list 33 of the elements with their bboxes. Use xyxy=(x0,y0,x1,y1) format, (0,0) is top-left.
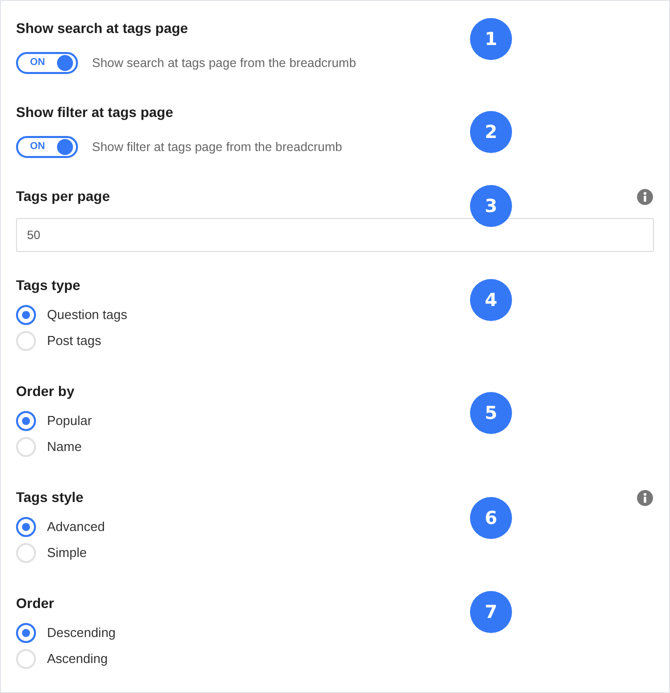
setting-description: Show search at tags page from the breadcrumb xyxy=(92,55,356,71)
radio-label: Simple xyxy=(47,545,87,561)
callout-marker: 2 xyxy=(470,111,512,153)
setting-title: Order by xyxy=(16,382,74,401)
setting-title: Tags per page xyxy=(16,187,110,206)
radio-label: Popular xyxy=(47,413,92,429)
setting-title: Show filter at tags page xyxy=(16,103,174,122)
toggle-switch[interactable]: ON xyxy=(16,52,78,74)
callout-marker: 5 xyxy=(470,392,512,434)
callout-marker: 7 xyxy=(470,591,512,633)
radio-button[interactable] xyxy=(16,305,36,325)
setting-description: Show filter at tags page from the breadcrumb xyxy=(92,139,342,155)
info-icon[interactable] xyxy=(637,189,653,205)
setting-title: Order xyxy=(16,594,54,613)
radio-label: Descending xyxy=(47,625,116,641)
number-field[interactable]: 50 xyxy=(16,218,654,252)
info-icon[interactable] xyxy=(637,490,653,506)
radio-label: Name xyxy=(47,439,82,455)
radio-label: Question tags xyxy=(47,307,128,323)
radio-button[interactable] xyxy=(16,411,36,431)
callout-marker: 4 xyxy=(470,279,512,321)
callout-marker: 1 xyxy=(470,18,512,60)
radio-button[interactable] xyxy=(16,517,36,537)
setting-title: Tags style xyxy=(16,488,84,507)
radio-label: Post tags xyxy=(47,333,102,349)
toggle-switch[interactable]: ON xyxy=(16,136,78,158)
radio-label: Ascending xyxy=(47,651,108,667)
radio-button[interactable] xyxy=(16,623,36,643)
setting-title: Tags type xyxy=(16,276,80,295)
callout-marker: 3 xyxy=(470,185,512,227)
radio-label: Advanced xyxy=(47,519,105,535)
callout-marker: 6 xyxy=(470,497,512,539)
setting-title: Show search at tags page xyxy=(16,19,188,38)
